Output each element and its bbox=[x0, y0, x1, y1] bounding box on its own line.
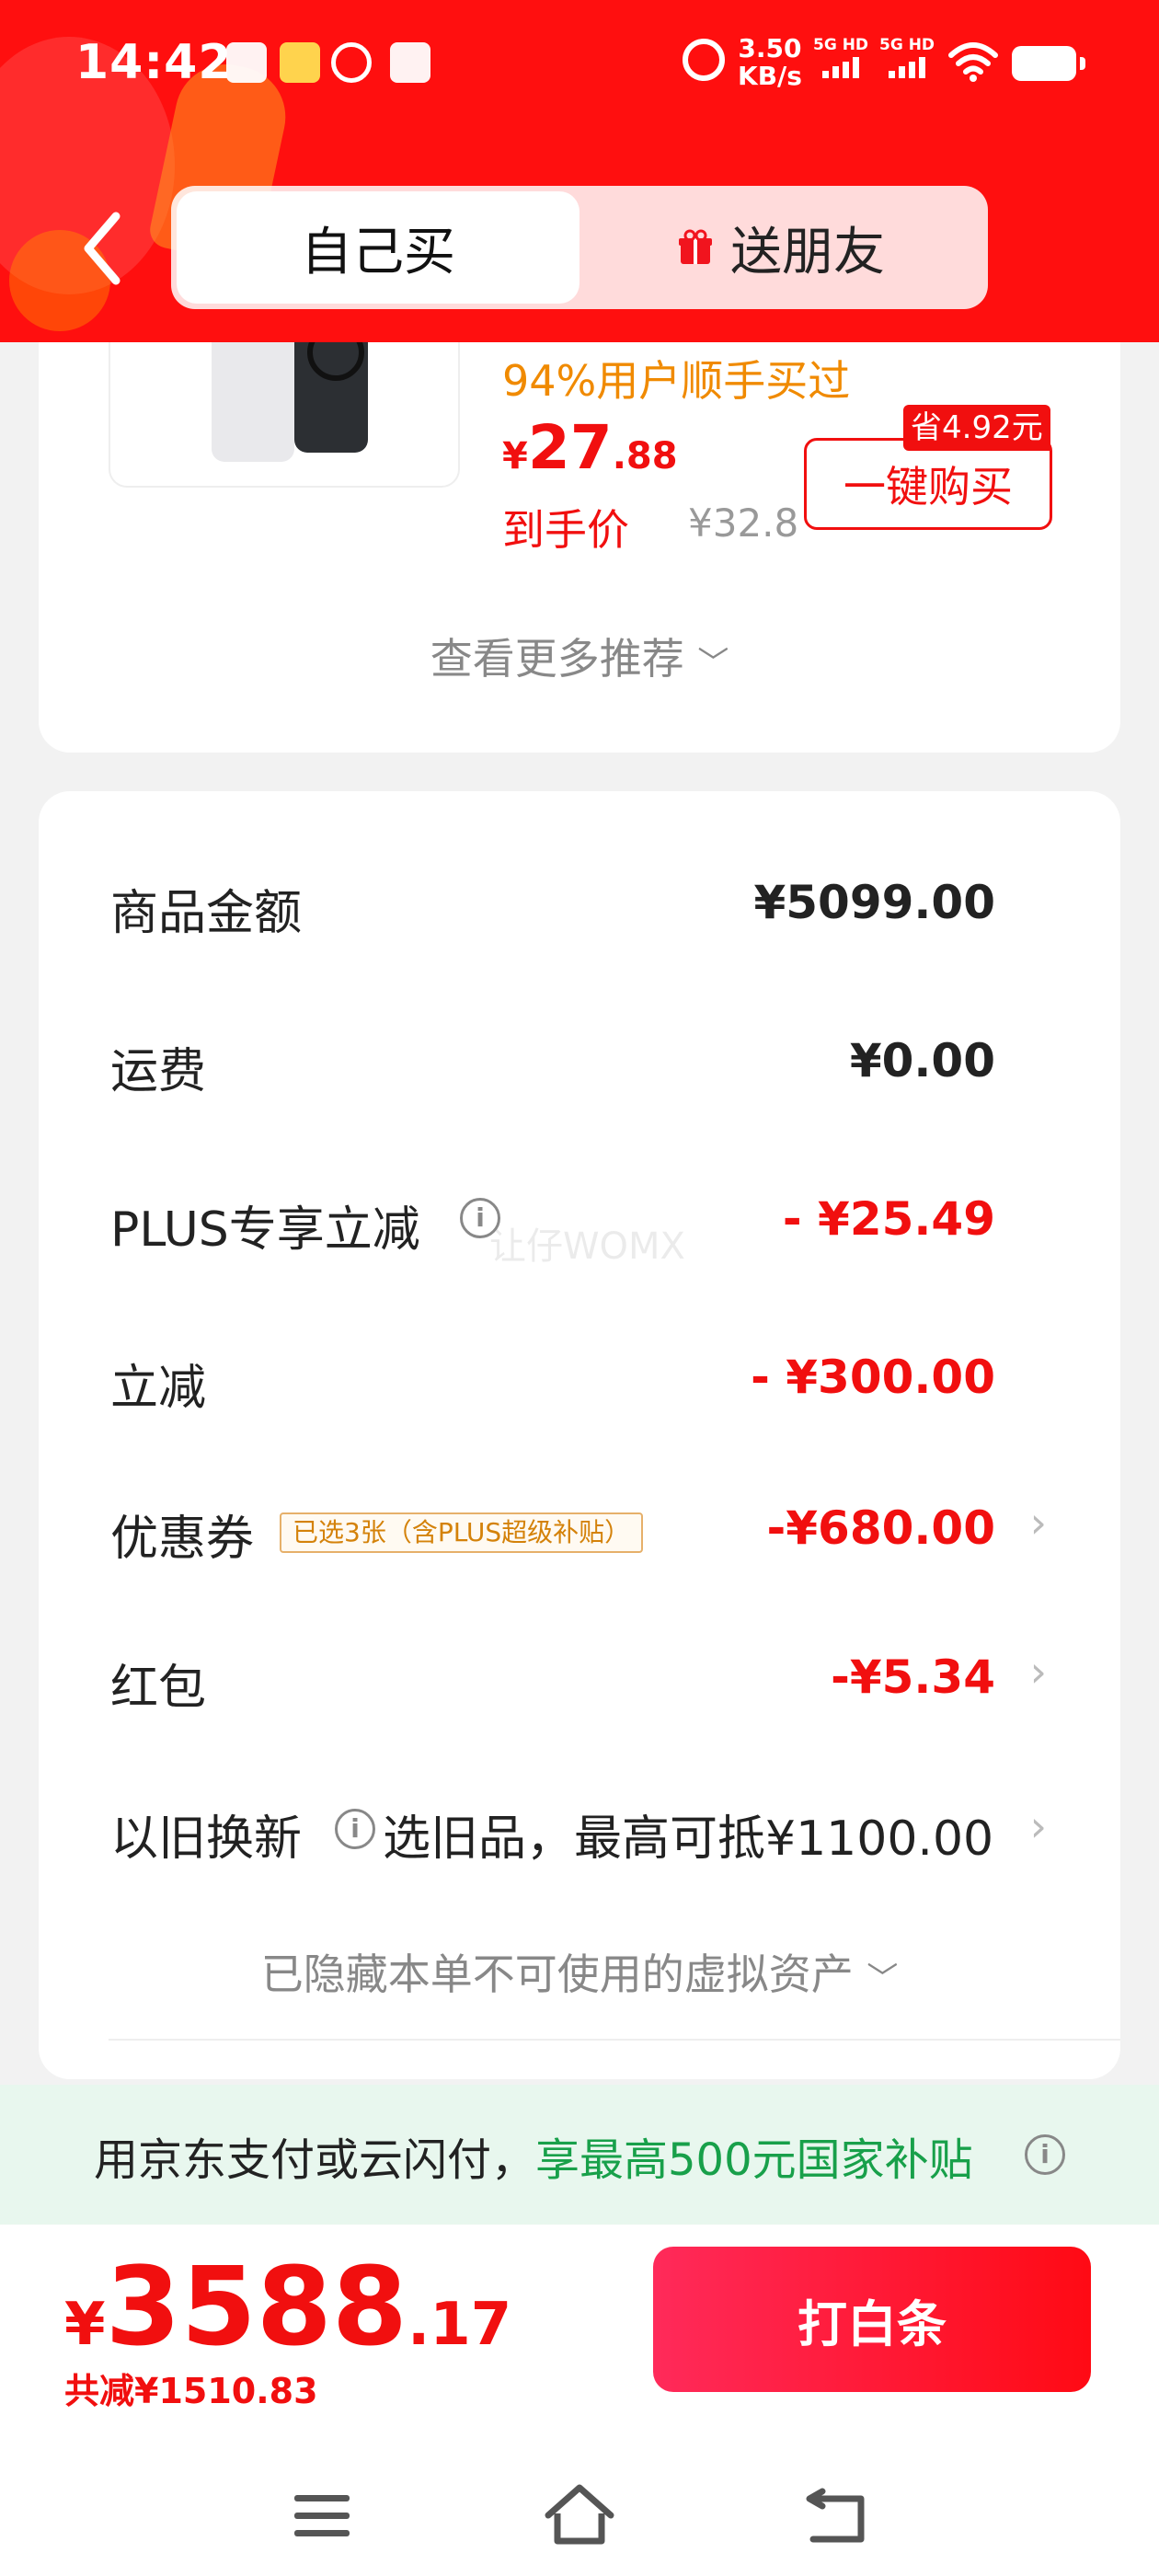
app-notification-icon bbox=[280, 42, 320, 83]
info-icon[interactable]: i bbox=[335, 1809, 375, 1849]
shipping-value: ¥0.00 bbox=[849, 1034, 995, 1087]
savings-badge: 省4.92元 bbox=[903, 405, 1050, 451]
chevron-left-icon bbox=[84, 212, 120, 285]
goods-amount-value: ¥5099.00 bbox=[753, 876, 995, 929]
coupon-label: 优惠券 bbox=[110, 1512, 255, 1567]
instant-discount-value: - ¥300.00 bbox=[751, 1351, 995, 1404]
coupon-value: -¥680.00 bbox=[766, 1501, 996, 1555]
currency-symbol: ¥ bbox=[502, 435, 528, 477]
price-integer: 3588 bbox=[105, 2243, 407, 2370]
price-decimal: .17 bbox=[407, 2291, 512, 2359]
divider bbox=[109, 2039, 1120, 2041]
alarm-icon bbox=[683, 39, 725, 81]
info-icon[interactable]: i bbox=[1025, 2134, 1065, 2175]
subsidy-prefix: 用京东支付或云闪付， bbox=[94, 2134, 536, 2186]
net-speed-value: 3.50 bbox=[738, 33, 802, 63]
coupon-selected-tag: 已选3张（含PLUS超级补贴） bbox=[280, 1512, 644, 1553]
instant-discount-label: 立减 bbox=[110, 1361, 207, 1416]
total-savings: 共减¥1510.83 bbox=[64, 2371, 318, 2411]
subsidy-text: 用京东支付或云闪付，享最高500元国家补贴 bbox=[94, 2123, 973, 2188]
tab-label: 自己买 bbox=[301, 222, 455, 282]
plus-discount-value: - ¥25.49 bbox=[782, 1192, 995, 1246]
notification-icon bbox=[226, 42, 267, 83]
signal-icon: 5G HD bbox=[879, 37, 935, 78]
price-decimal: .88 bbox=[612, 435, 678, 477]
status-bar: 14:42 3.50 KB/s 5G HD 5G HD bbox=[0, 0, 1159, 129]
currency-symbol: ¥ bbox=[64, 2291, 106, 2359]
watermark: 让仔WOMX bbox=[489, 1225, 685, 1268]
bought-together-text: 94%用户顺手买过 bbox=[502, 356, 851, 406]
status-time: 14:42 bbox=[75, 35, 233, 90]
one-click-buy-button[interactable]: 一键购买 bbox=[804, 438, 1052, 530]
net-speed: 3.50 KB/s bbox=[738, 35, 802, 90]
tab-gift-to-friend[interactable]: 送朋友 bbox=[580, 191, 982, 304]
wifi-icon bbox=[948, 42, 998, 82]
trade-in-row[interactable]: 以旧换新 i 选旧品，最高可抵¥1100.00 › bbox=[39, 1781, 1120, 1882]
home-icon[interactable] bbox=[543, 2478, 616, 2552]
system-nav-bar bbox=[0, 2438, 1159, 2576]
hidden-assets-toggle[interactable]: 已隐藏本单不可使用的虚拟资产 ﹀ bbox=[39, 1941, 1120, 2002]
recommendation-card: 94%用户顺手买过 ¥27.88 到手价 ¥32.8 一键购买 省4.92元 查… bbox=[39, 294, 1120, 753]
battery-icon bbox=[1012, 46, 1085, 81]
gift-icon bbox=[679, 229, 712, 264]
baitiao-pay-button[interactable]: 打白条 bbox=[653, 2247, 1091, 2392]
trade-in-label: 以旧换新 bbox=[110, 1811, 303, 1867]
menu-icon[interactable] bbox=[285, 2478, 359, 2552]
notification-icon bbox=[331, 42, 372, 83]
view-more-recommendations[interactable]: 查看更多推荐 ﹀ bbox=[39, 626, 1120, 686]
back-nav-icon[interactable] bbox=[800, 2478, 874, 2552]
price-integer: 27 bbox=[527, 412, 613, 483]
recommendation-price: ¥27.88 bbox=[502, 412, 678, 483]
trade-in-value: 选旧品，最高可抵¥1100.00 bbox=[383, 1811, 994, 1867]
red-packet-row[interactable]: 红包 -¥5.34 › bbox=[39, 1632, 1120, 1733]
purchase-mode-tabs: 自己买 送朋友 bbox=[171, 186, 988, 309]
chevron-right-icon: › bbox=[1029, 1498, 1047, 1547]
tab-label: 送朋友 bbox=[730, 222, 885, 282]
plus-discount-label: PLUS专享立减 bbox=[110, 1202, 420, 1258]
signal-label: 5G HD bbox=[879, 36, 935, 54]
signal-label: 5G HD bbox=[813, 36, 869, 54]
final-price-label: 到手价 bbox=[502, 505, 629, 555]
view-more-label: 查看更多推荐 bbox=[430, 634, 684, 684]
button-label: 一键购买 bbox=[843, 462, 1013, 512]
button-label: 打白条 bbox=[798, 2294, 947, 2353]
original-price: ¥32.8 bbox=[688, 500, 799, 546]
checkout-bar: ¥3588.17 共减¥1510.83 打白条 bbox=[0, 2225, 1159, 2576]
total-price: ¥3588.17 bbox=[64, 2243, 511, 2370]
coupon-row[interactable]: 优惠券 已选3张（含PLUS超级补贴） -¥680.00 › bbox=[39, 1483, 1120, 1584]
subsidy-banner[interactable]: 用京东支付或云闪付，享最高500元国家补贴 i bbox=[0, 2085, 1159, 2225]
back-button[interactable] bbox=[75, 207, 131, 290]
subsidy-highlight: 享最高500元国家补贴 bbox=[535, 2134, 973, 2186]
header: 14:42 3.50 KB/s 5G HD 5G HD 自己买 送朋友 bbox=[0, 0, 1159, 342]
hidden-assets-label: 已隐藏本单不可使用的虚拟资产 bbox=[260, 1949, 854, 1999]
signal-icon: 5G HD bbox=[813, 37, 868, 78]
vivo-icon bbox=[390, 42, 430, 83]
tab-buy-for-self[interactable]: 自己买 bbox=[177, 191, 580, 304]
red-packet-label: 红包 bbox=[110, 1661, 207, 1716]
chevron-down-icon: ﹀ bbox=[697, 645, 729, 682]
shipping-label: 运费 bbox=[110, 1044, 207, 1099]
goods-amount-label: 商品金额 bbox=[110, 886, 303, 941]
net-speed-unit: KB/s bbox=[738, 61, 802, 91]
chevron-right-icon: › bbox=[1029, 1801, 1047, 1851]
price-breakdown-card: 让仔WOMX 商品金额 ¥5099.00 运费 ¥0.00 PLUS专享立减 i… bbox=[39, 791, 1120, 2079]
chevron-right-icon: › bbox=[1029, 1647, 1047, 1696]
red-packet-value: -¥5.34 bbox=[831, 1650, 995, 1704]
chevron-down-icon: ﹀ bbox=[866, 1961, 899, 1997]
info-icon[interactable]: i bbox=[460, 1198, 500, 1238]
